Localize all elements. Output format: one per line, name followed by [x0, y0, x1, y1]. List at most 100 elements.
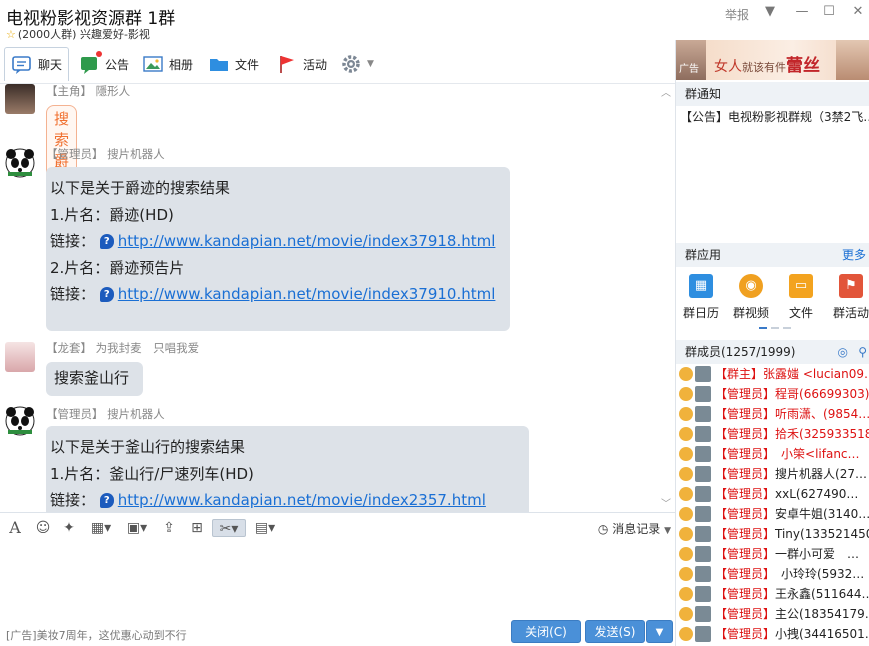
app-files[interactable]: ▭ 文件	[776, 274, 826, 321]
member-name: 小筞<lifanc…	[769, 447, 860, 461]
scroll-down-icon[interactable]: ﹀	[661, 495, 671, 510]
avatar[interactable]	[5, 148, 35, 178]
tab-announcement[interactable]: 公告	[72, 47, 135, 81]
member-row[interactable]: 【管理员】主公(18354179…	[676, 604, 869, 624]
security-shield-icon: ?	[99, 234, 114, 249]
sender-role: 【管理员】	[46, 147, 104, 161]
member-row[interactable]: 【管理员】 小筞<lifanc…	[676, 444, 869, 464]
star-icon: ☆	[6, 28, 16, 41]
member-row[interactable]: 【管理员】Tiny(1335214502)	[676, 524, 869, 544]
ad-banner[interactable]: 广告 女人就该有件蕾丝	[676, 40, 869, 80]
tab-chat[interactable]: 聊天	[4, 47, 70, 81]
member-row[interactable]: 【管理员】xxL(627490…	[676, 484, 869, 504]
app-calendar[interactable]: ▦ 群日历	[676, 274, 726, 321]
members-header: 群成员(1257/1999) ◎ ⚲	[676, 340, 869, 364]
movie-link[interactable]: http://www.kandapian.net/movie/index3791…	[118, 232, 496, 250]
member-name: 程哥(66699303)	[775, 387, 869, 401]
member-avatar	[695, 406, 711, 422]
maximize-icon[interactable]: ☐	[821, 4, 837, 20]
member-text: 【管理员】一群小可爱 …	[715, 544, 859, 564]
settings-menu[interactable]: ▼	[334, 47, 380, 81]
message-line: 2.片名：爵迹预告片	[50, 258, 185, 277]
font-icon[interactable]: A	[6, 519, 24, 537]
member-row[interactable]: 【管理员】 小玲玲(5932…	[676, 564, 869, 584]
send-options-dropdown[interactable]: ▼	[646, 620, 673, 643]
member-text: 【管理员】程哥(66699303)	[715, 384, 869, 404]
movie-link[interactable]: http://www.kandapian.net/movie/index2357…	[118, 491, 486, 509]
member-name: 听雨潇、(9854…	[775, 407, 869, 421]
tab-album[interactable]: 相册	[136, 47, 199, 81]
security-shield-icon: ?	[99, 287, 114, 302]
apps-more-link[interactable]: 更多	[842, 243, 866, 267]
tab-activity-label: 活动	[303, 57, 328, 72]
member-role: 【管理员】	[715, 527, 776, 541]
member-text: 【管理员】听雨潇、(9854…	[715, 404, 869, 424]
member-avatar	[695, 506, 711, 522]
member-row[interactable]: 【管理员】安卓牛姐(3140…	[676, 504, 869, 524]
send-button[interactable]: 发送(S)	[585, 620, 645, 643]
app-activity[interactable]: ⚑ 群活动	[826, 274, 869, 321]
scroll-up-icon[interactable]: ︿	[661, 84, 671, 99]
message-input[interactable]	[0, 542, 675, 618]
screenshot-scissors-icon[interactable]: ✂▾	[212, 519, 246, 537]
member-row[interactable]: 【管理员】听雨潇、(9854…	[676, 404, 869, 424]
avatar[interactable]	[5, 84, 35, 114]
member-row[interactable]: 【管理员】一群小可爱 …	[676, 544, 869, 564]
message-line: 链接： ? http://www.kandapian.net/movie/inde…	[50, 491, 486, 509]
message-line: 以下是关于爵迹的搜索结果	[50, 179, 231, 197]
member-status-icon	[679, 547, 693, 561]
dropdown-arrow-icon[interactable]: ▼	[762, 4, 778, 20]
message-history-button[interactable]: ◷ 消息记录 ▼	[598, 520, 671, 537]
member-status-icon	[679, 367, 693, 381]
member-status-icon	[679, 507, 693, 521]
gif-icon[interactable]: ▦▾	[86, 519, 116, 537]
close-icon[interactable]: ✕	[850, 4, 866, 20]
member-row[interactable]: 【管理员】拾禾(325933518)	[676, 424, 869, 444]
member-row[interactable]: 【群主】张露媸 <lucian09…	[676, 364, 869, 384]
notice-item[interactable]: 【公告】电视粉影视群规（3禁2飞…	[680, 108, 869, 125]
gift-icon[interactable]: ⊞	[188, 519, 206, 537]
movie-link[interactable]: http://www.kandapian.net/movie/index3791…	[118, 285, 496, 303]
group-side-panel: 广告 女人就该有件蕾丝 群通知 【公告】电视粉影视群规（3禁2飞… 群应用 更多…	[675, 40, 869, 646]
avatar[interactable]	[5, 406, 35, 436]
member-text: 【管理员】 小筞<lifanc…	[715, 444, 860, 464]
apps-title: 群应用	[685, 248, 722, 262]
app-video[interactable]: ◉ 群视频	[726, 274, 776, 321]
report-link[interactable]: 举报	[725, 6, 749, 23]
search-icon[interactable]: ⚲	[858, 340, 867, 364]
chat-message-area[interactable]: ︿ 【主角】 隱形人 搜索爵迹 【管理员】 搜片机器人 以下是关于爵迹的搜索结果…	[0, 84, 675, 512]
upload-icon[interactable]: ⇪	[160, 519, 178, 537]
tab-chat-label: 聊天	[38, 58, 63, 72]
image-icon[interactable]: ▣▾	[122, 519, 152, 537]
share-icon[interactable]: ◎	[838, 340, 848, 364]
member-row[interactable]: 【管理员】小拽(34416501…	[676, 624, 869, 644]
emoji-icon[interactable]: ☺	[34, 519, 52, 537]
member-row[interactable]: 【管理员】搜片机器人(27…	[676, 464, 869, 484]
tab-files[interactable]: 文件	[202, 47, 265, 81]
announcement-icon	[78, 51, 102, 75]
minimize-icon[interactable]: —	[794, 4, 810, 20]
member-status-icon	[679, 407, 693, 421]
member-row[interactable]: 【管理员】王永鑫(511644…	[676, 584, 869, 604]
message-bubble: 搜索釜山行	[46, 362, 143, 396]
member-role: 【管理员】	[715, 507, 776, 521]
member-name: Tiny(1335214502)	[775, 527, 869, 541]
member-role: 【管理员】	[715, 447, 770, 461]
flag-icon: ⚑	[839, 274, 863, 298]
more-tools-icon[interactable]: ▤▾	[250, 519, 280, 537]
message-text: 搜索釜山行	[54, 369, 130, 387]
tab-activity[interactable]: 活动	[270, 47, 333, 81]
member-row[interactable]: 【管理员】程哥(66699303)	[676, 384, 869, 404]
folder-icon	[208, 53, 230, 75]
close-button[interactable]: 关闭(C)	[511, 620, 581, 643]
message-sender: 【主角】 隱形人	[46, 84, 130, 99]
message-line: 以下是关于釜山行的搜索结果	[50, 438, 246, 456]
tab-album-label: 相册	[169, 57, 194, 72]
member-status-icon	[679, 487, 693, 501]
avatar[interactable]	[5, 342, 35, 372]
member-name: 小玲玲(5932…	[769, 567, 865, 581]
bottom-ad-link[interactable]: [广告]美妆7周年，这优惠心动到不行	[6, 627, 187, 643]
magic-wand-icon[interactable]: ✦	[60, 519, 78, 537]
member-text: 【管理员】主公(18354179…	[715, 604, 869, 624]
member-name: 拾禾(325933518)	[775, 427, 869, 441]
